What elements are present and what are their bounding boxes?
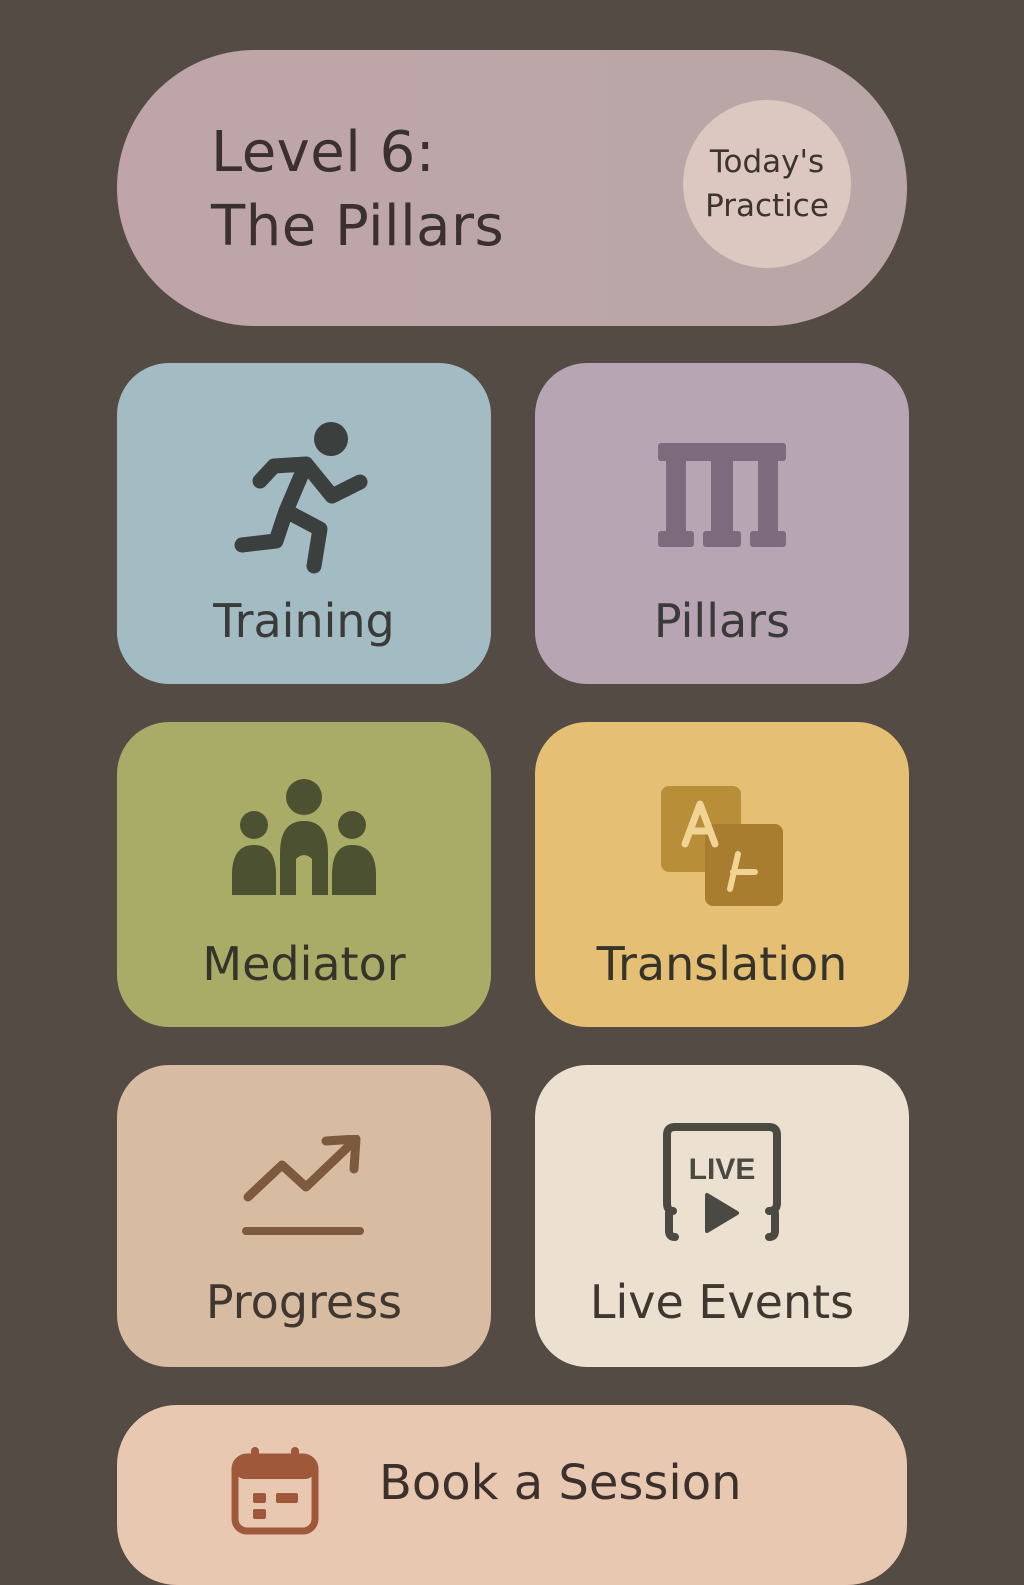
tile-pillars-label: Pillars bbox=[653, 594, 791, 648]
todays-practice-line1: Today's bbox=[709, 144, 825, 180]
live-icon-text: LIVE bbox=[689, 1153, 756, 1186]
book-session-button[interactable]: Book a Session bbox=[117, 1405, 907, 1585]
level-title-line1: Level 6: bbox=[211, 120, 436, 185]
todays-practice-line2: Practice bbox=[705, 188, 829, 224]
tile-training-label: Training bbox=[213, 594, 395, 648]
trending-up-icon bbox=[242, 1135, 364, 1235]
todays-practice-button[interactable]: Today's Practice bbox=[683, 100, 851, 268]
tile-live-events-label: Live Events bbox=[589, 1275, 855, 1329]
pillars-icon bbox=[658, 443, 786, 547]
running-person-icon bbox=[234, 422, 368, 574]
tile-translation-label: Translation bbox=[596, 937, 848, 991]
tile-training[interactable]: Training bbox=[117, 363, 491, 684]
tile-translation[interactable]: Translation bbox=[535, 722, 909, 1027]
tile-progress[interactable]: Progress bbox=[117, 1065, 491, 1367]
tile-pillars[interactable]: Pillars bbox=[535, 363, 909, 684]
tile-live-events[interactable]: LIVE Live Events bbox=[535, 1065, 909, 1367]
level-title-line2: The Pillars bbox=[211, 194, 505, 259]
tile-progress-label: Progress bbox=[205, 1275, 403, 1329]
tile-mediator[interactable]: Mediator bbox=[117, 722, 491, 1027]
todays-practice-label: Today's Practice bbox=[692, 140, 842, 228]
translate-icon bbox=[661, 786, 783, 906]
level-title: Level 6: The Pillars bbox=[211, 116, 504, 264]
tile-mediator-label: Mediator bbox=[202, 937, 406, 991]
live-play-icon: LIVE bbox=[663, 1123, 781, 1241]
book-session-label: Book a Session bbox=[379, 1455, 742, 1511]
level-header-card: Level 6: The Pillars Today's Practice bbox=[117, 50, 907, 326]
group-people-icon bbox=[232, 779, 376, 895]
calendar-icon bbox=[231, 1447, 319, 1535]
